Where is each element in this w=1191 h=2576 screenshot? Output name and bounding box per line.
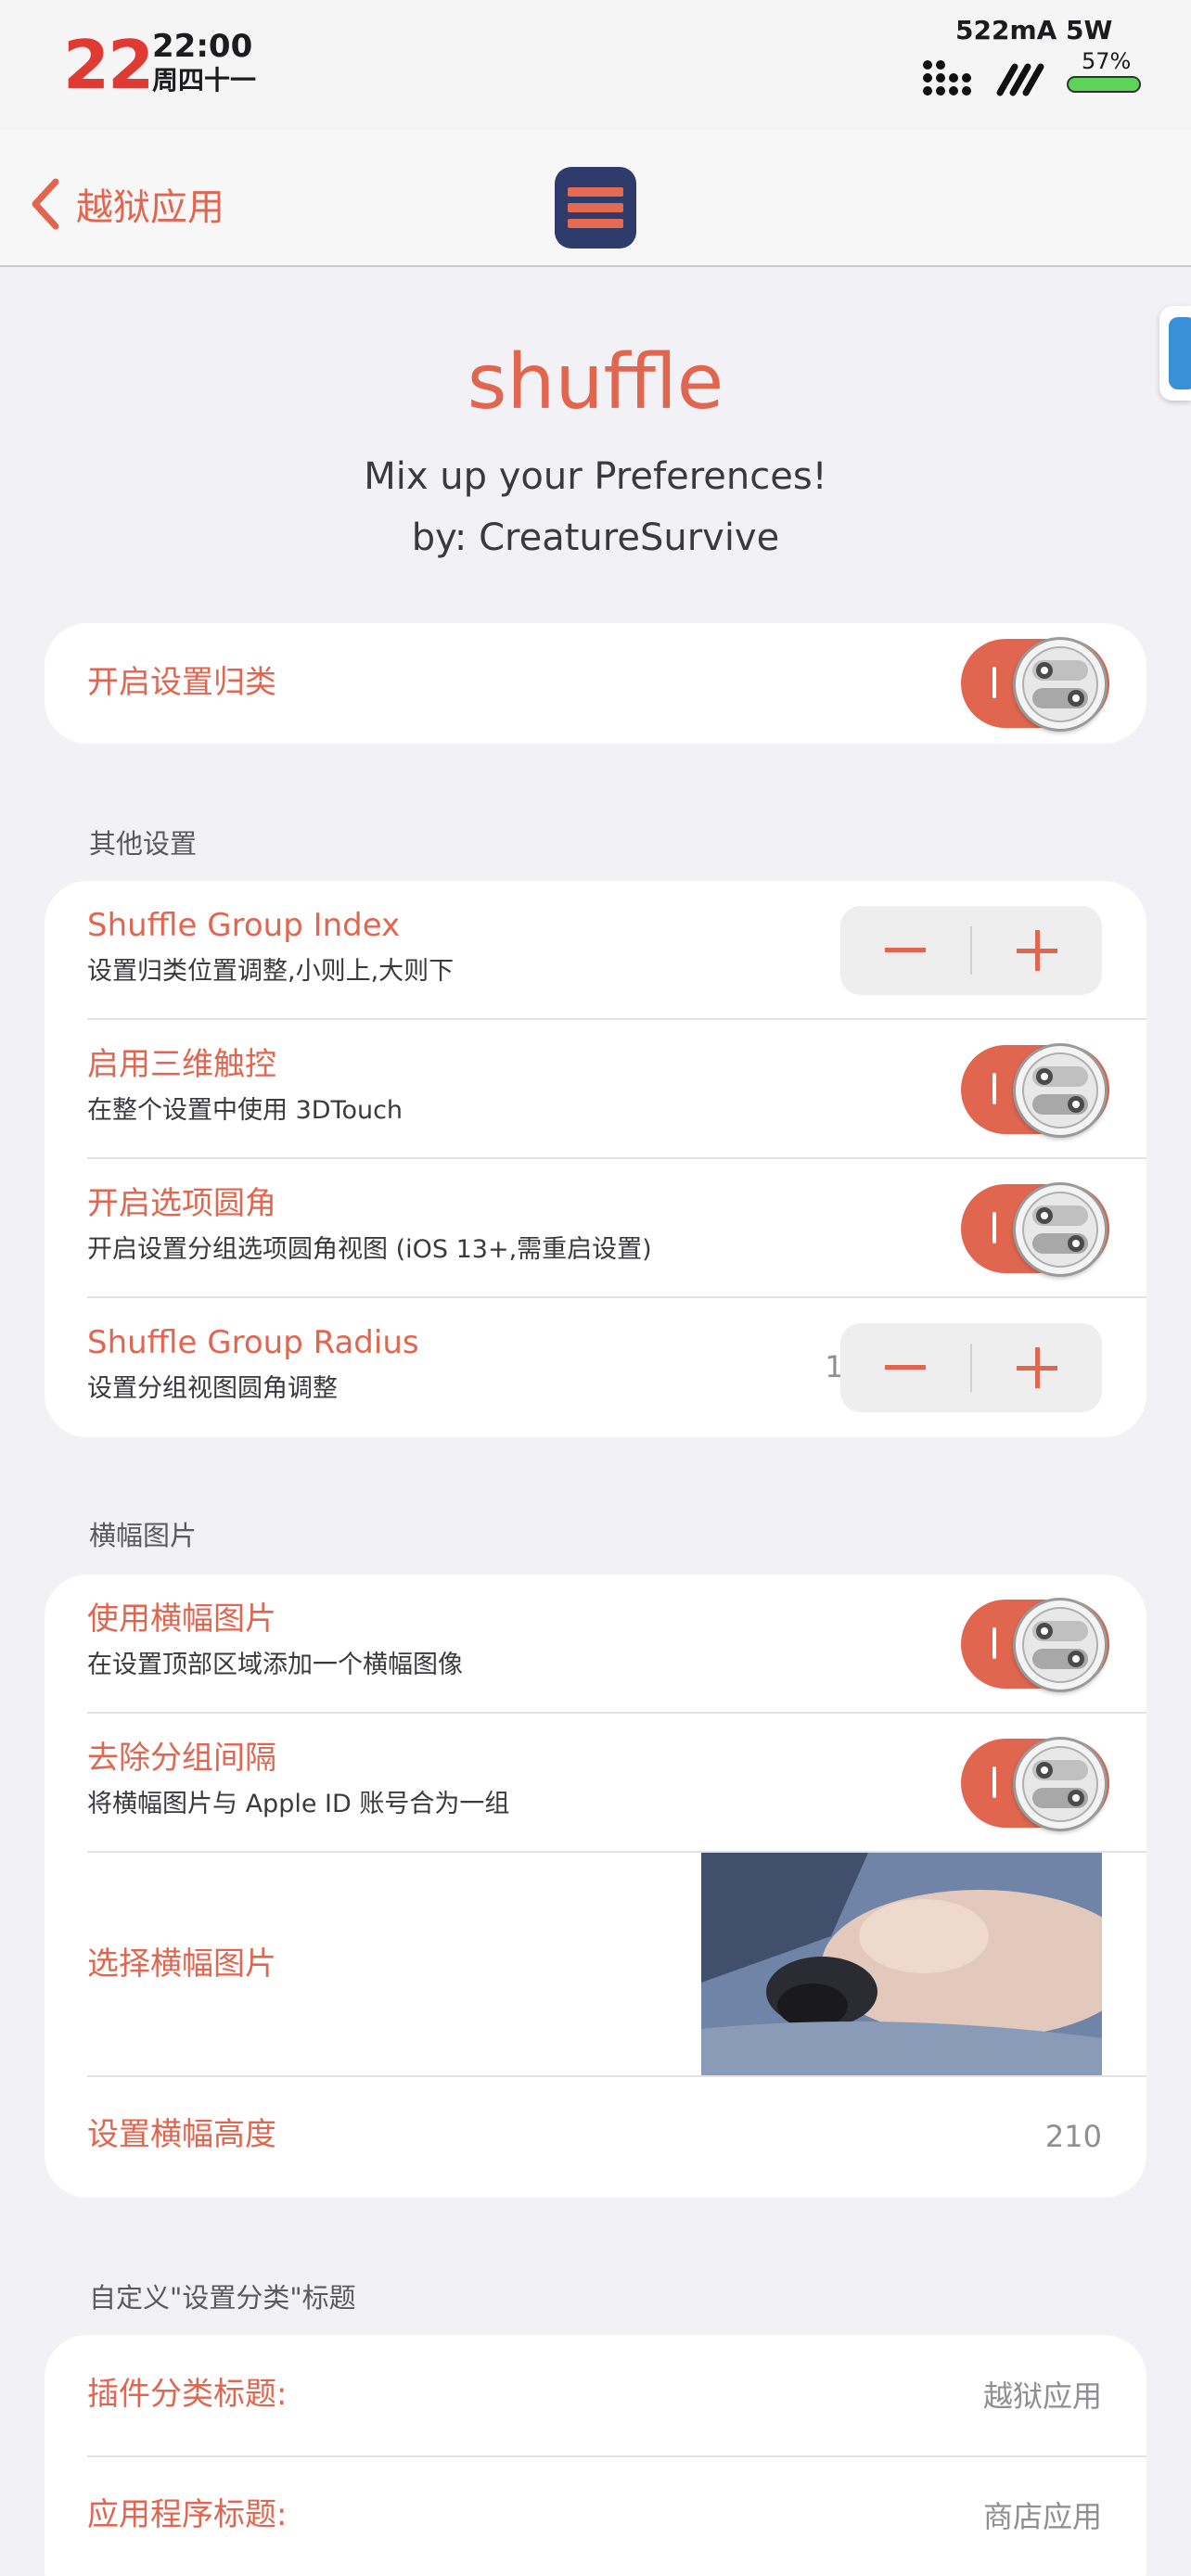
section-header-other: 其他设置 bbox=[89, 828, 198, 860]
section-header-banner: 横幅图片 bbox=[89, 1520, 198, 1551]
touch3d-title: 启用三维触控 bbox=[87, 1046, 276, 1083]
status-bar: 22 22:00 周四十一 522mA 5W 57% bbox=[0, 0, 1191, 130]
status-day: 22 bbox=[63, 26, 154, 104]
enable-categorize-label: 开启设置归类 bbox=[87, 664, 276, 701]
tweak-title-value[interactable]: 越狱应用 bbox=[787, 2378, 1102, 2415]
rounded-row: 开启选项圆角 开启设置分组选项圆角视图 (iOS 13+,需重启设置) bbox=[45, 1159, 1146, 1298]
app-title-label: 应用程序标题: bbox=[87, 2496, 288, 2533]
app-title-value[interactable]: 商店应用 bbox=[787, 2498, 1102, 2535]
rounded-toggle[interactable] bbox=[961, 1182, 1109, 1277]
rounded-subtitle: 开启设置分组选项圆角视图 (iOS 13+,需重启设置) bbox=[87, 1235, 652, 1264]
section-header-custom-titles: 自定义"设置分类"标题 bbox=[89, 2282, 356, 2314]
chevron-left-icon bbox=[32, 178, 59, 230]
use-banner-title: 使用横幅图片 bbox=[87, 1600, 276, 1638]
rounded-title: 开启选项圆角 bbox=[87, 1185, 276, 1222]
choose-banner-title: 选择横幅图片 bbox=[87, 1945, 276, 1983]
banner-card: 使用横幅图片 在设置顶部区域添加一个横幅图像 去除分组间隔 将横幅图片与 App… bbox=[45, 1575, 1146, 2198]
decrement-button[interactable] bbox=[840, 1323, 970, 1412]
use-banner-row: 使用横幅图片 在设置顶部区域添加一个横幅图像 bbox=[45, 1575, 1146, 1714]
choose-banner-row[interactable]: 选择横幅图片 bbox=[45, 1853, 1146, 2077]
tweak-title-label: 插件分类标题: bbox=[87, 2376, 288, 2413]
back-button[interactable]: 越狱应用 bbox=[28, 176, 224, 232]
battery-icon bbox=[1067, 76, 1141, 93]
group-radius-stepper[interactable] bbox=[840, 1323, 1102, 1412]
touch3d-subtitle: 在整个设置中使用 3DTouch bbox=[87, 1096, 403, 1125]
status-date: 周四十一 bbox=[152, 65, 257, 96]
main-toggle-card: 开启设置归类 bbox=[45, 623, 1146, 744]
group-index-row: Shuffle Group Index 设置归类位置调整,小则上,大则下 5 bbox=[45, 881, 1146, 1020]
increment-button[interactable] bbox=[972, 906, 1102, 995]
app-title-row[interactable]: 应用程序标题: 商店应用 bbox=[45, 2457, 1146, 2576]
group-radius-subtitle: 设置分组视图圆角调整 bbox=[87, 1374, 338, 1403]
remove-spacing-toggle[interactable] bbox=[961, 1737, 1109, 1831]
toggle-knob-icon bbox=[1013, 1043, 1108, 1138]
touch3d-row: 启用三维触控 在整个设置中使用 3DTouch bbox=[45, 1020, 1146, 1159]
banner-height-value: 210 bbox=[1044, 2119, 1102, 2154]
group-radius-row: Shuffle Group Radius 设置分组视图圆角调整 18 bbox=[45, 1298, 1146, 1437]
banner-height-title: 设置横幅高度 bbox=[87, 2116, 276, 2153]
touch3d-toggle[interactable] bbox=[961, 1043, 1109, 1138]
navigation-bar: 越狱应用 bbox=[0, 130, 1191, 267]
battery-percent: 57% bbox=[1082, 48, 1132, 74]
remove-spacing-subtitle: 将横幅图片与 Apple ID 账号合为一组 bbox=[87, 1790, 510, 1818]
banner-height-row[interactable]: 设置横幅高度 210 bbox=[45, 2077, 1146, 2198]
other-settings-card: Shuffle Group Index 设置归类位置调整,小则上,大则下 5 启… bbox=[45, 881, 1146, 1437]
page-author: by: CreatureSurvive bbox=[411, 516, 780, 559]
remove-spacing-title: 去除分组间隔 bbox=[87, 1740, 276, 1777]
status-power: 522mA 5W bbox=[955, 15, 1113, 45]
menu-lines-icon bbox=[555, 167, 636, 249]
toggle-knob-icon bbox=[1013, 1737, 1108, 1831]
banner-image-thumbnail[interactable] bbox=[701, 1853, 1102, 2077]
increment-button[interactable] bbox=[972, 1323, 1102, 1412]
plus-icon bbox=[1017, 1347, 1057, 1388]
custom-titles-card: 插件分类标题: 越狱应用 应用程序标题: 商店应用 bbox=[45, 2335, 1146, 2576]
group-index-title: Shuffle Group Index bbox=[87, 907, 401, 944]
tweak-title-row[interactable]: 插件分类标题: 越狱应用 bbox=[45, 2335, 1146, 2455]
status-time: 22:00 bbox=[152, 28, 253, 65]
minus-icon bbox=[885, 1365, 926, 1370]
enable-categorize-toggle[interactable] bbox=[961, 637, 1109, 732]
remove-spacing-row: 去除分组间隔 将横幅图片与 Apple ID 账号合为一组 bbox=[45, 1714, 1146, 1853]
back-label: 越狱应用 bbox=[76, 186, 224, 229]
plus-icon bbox=[1017, 930, 1057, 971]
page-subtitle: Mix up your Preferences! bbox=[364, 455, 827, 498]
decrement-button[interactable] bbox=[840, 906, 970, 995]
use-banner-subtitle: 在设置顶部区域添加一个横幅图像 bbox=[87, 1651, 463, 1679]
toggle-knob-icon bbox=[1013, 1182, 1108, 1277]
toggle-knob-icon bbox=[1013, 637, 1108, 732]
minus-icon bbox=[885, 948, 926, 952]
group-radius-title: Shuffle Group Radius bbox=[87, 1324, 419, 1361]
group-index-subtitle: 设置归类位置调整,小则上,大则下 bbox=[87, 957, 455, 986]
use-banner-toggle[interactable] bbox=[961, 1598, 1109, 1692]
page-title: shuffle bbox=[467, 338, 724, 427]
group-index-stepper[interactable] bbox=[840, 906, 1102, 995]
toggle-knob-icon bbox=[1013, 1598, 1108, 1692]
